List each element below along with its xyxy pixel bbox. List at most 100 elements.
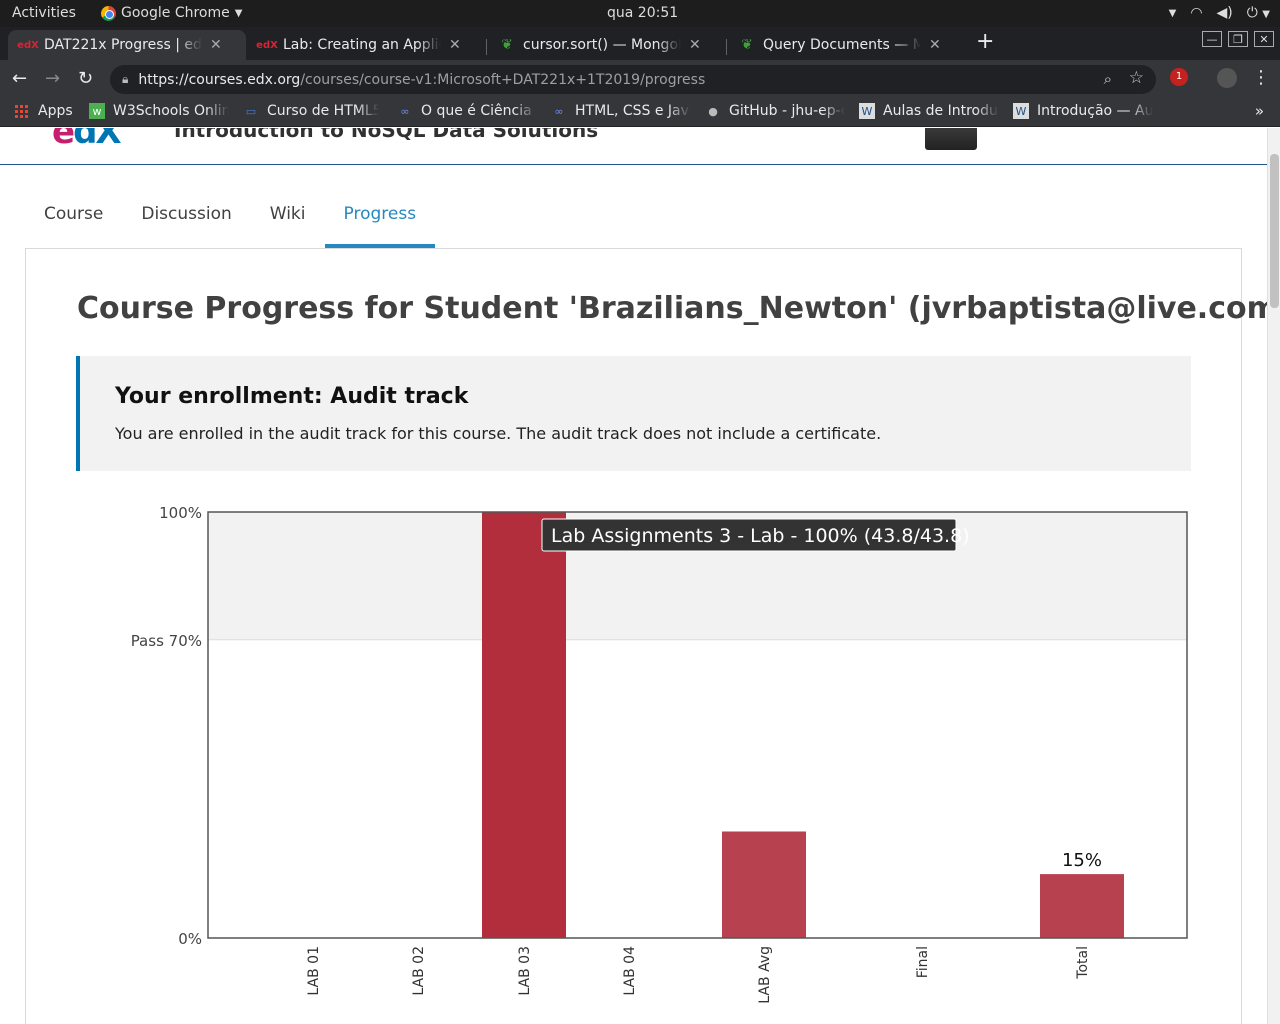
close-icon[interactable]: ✕ <box>449 37 461 53</box>
mongodb-leaf-icon: ❦ <box>741 37 753 53</box>
bookmark-item[interactable]: ∞ O que é Ciência d <box>397 103 537 119</box>
bookmark-label: W3Schools Online <box>113 103 229 119</box>
bookmark-apps[interactable]: Apps <box>14 103 73 119</box>
github-icon: ● <box>708 104 718 118</box>
bookmark-item[interactable]: w W3Schools Online <box>89 103 229 119</box>
scrollbar-thumb[interactable] <box>1270 154 1279 308</box>
url-text[interactable]: https://courses.edx.org/courses/course-v… <box>138 72 705 88</box>
bookmark-label: Apps <box>38 103 73 119</box>
link-icon: ∞ <box>400 104 410 118</box>
double-chevron-right-icon[interactable]: » <box>1255 102 1264 120</box>
course-tabs: Course Discussion Wiki Progress <box>25 194 436 248</box>
close-icon[interactable]: ✕ <box>929 37 941 53</box>
profile-avatar-icon[interactable] <box>1217 68 1237 88</box>
x-tick-label: Total <box>1075 946 1091 980</box>
bookmark-label: GitHub - jhu-ep-c <box>729 103 845 119</box>
grade-chart: LAB 01 LAB 02 LAB 03 LAB 04 LAB Avg Final Tota… <box>131 504 1188 1004</box>
clock[interactable]: qua 20:51 <box>607 5 678 21</box>
edx-icon: edX <box>17 39 39 51</box>
browser-tab[interactable]: edX DAT221x Progress | edX ✕ <box>8 30 246 60</box>
chevron-down-icon[interactable]: ▼ <box>1169 8 1177 19</box>
browser-toolbar: ← → ↻ 🔒︎ https://courses.edx.org/courses… <box>0 60 1280 98</box>
window-controls: — ❐ ✕ <box>1202 31 1274 47</box>
close-icon[interactable]: ✕ <box>210 37 222 53</box>
bookmark-label: HTML, CSS e Java <box>575 103 691 119</box>
w3schools-icon: w <box>89 103 105 119</box>
bookmark-item[interactable]: W Introdução — Au <box>1013 103 1153 119</box>
wifi-icon: ◠ <box>1190 5 1203 21</box>
progress-panel: Course Progress for Student 'Brazilians_… <box>25 248 1267 1024</box>
new-tab-button[interactable]: + <box>976 31 994 53</box>
page-viewport: edX Introduction to NoSQL Data Solutions… <box>0 128 1267 1024</box>
close-icon[interactable]: ✕ <box>689 37 701 53</box>
chart-tooltip-text: Lab Assignments 3 - Lab - 100% (43.8/43.… <box>551 525 970 547</box>
bookmark-label: Aulas de Introdu <box>883 103 998 119</box>
bookmark-label: Introdução — Au <box>1037 103 1153 119</box>
x-tick-label: LAB 02 <box>411 946 427 996</box>
data-label: 15% <box>1062 850 1102 871</box>
app-menu-label: Google Chrome <box>121 5 230 21</box>
w3c-icon: W <box>859 103 875 119</box>
bookmark-item[interactable]: ∞ HTML, CSS e Java <box>551 103 691 119</box>
chart-bar[interactable] <box>482 512 566 938</box>
app-menu[interactable]: Google Chrome ▼ <box>101 5 242 21</box>
zoom-icon[interactable]: ⌕ <box>1104 70 1112 88</box>
x-tick-label: LAB 04 <box>622 946 638 996</box>
bookmark-item[interactable]: W Aulas de Introdu <box>859 103 999 119</box>
close-window-icon[interactable]: ✕ <box>1254 31 1274 47</box>
tab-title: cursor.sort() — MongoDB <box>523 37 681 53</box>
chart-bar[interactable] <box>1040 874 1124 938</box>
tab-strip: edX DAT221x Progress | edX ✕ edX Lab: Cr… <box>0 27 1280 60</box>
power-icon: ⏻ ▼ <box>1246 5 1270 21</box>
link-icon: ∞ <box>554 104 564 118</box>
user-avatar[interactable] <box>925 128 977 150</box>
chrome-icon <box>101 5 116 21</box>
tab-discussion[interactable]: Discussion <box>122 194 250 248</box>
x-tick-label: LAB 03 <box>517 946 533 996</box>
chevron-down-icon: ▼ <box>234 7 243 19</box>
minimize-icon[interactable]: — <box>1202 31 1222 47</box>
edx-logo[interactable]: edX <box>52 128 122 152</box>
chart-bar[interactable] <box>722 831 806 939</box>
system-tray[interactable]: ▼ ◠ ◀) ⏻ ▼ <box>1169 5 1270 21</box>
activities-button[interactable]: Activities <box>12 5 76 21</box>
page-scrollbar[interactable] <box>1267 128 1280 1024</box>
edx-icon: edX <box>256 39 278 51</box>
extension-badge-icon[interactable]: 1 <box>1170 68 1188 86</box>
y-tick-label: 100% <box>159 504 202 522</box>
bookmark-label: Curso de HTML5 <box>267 103 379 119</box>
volume-icon: ◀) <box>1216 5 1233 21</box>
x-tick-label: Final <box>915 946 931 978</box>
y-tick-label: Pass 70% <box>131 632 202 650</box>
bookmark-star-icon[interactable]: ☆ <box>1129 68 1144 88</box>
y-tick-label: 0% <box>178 930 202 948</box>
reload-icon[interactable]: ↻ <box>78 68 93 89</box>
browser-tab[interactable]: ❦ Query Documents — Mon ✕ <box>727 30 965 60</box>
tab-title: DAT221x Progress | edX <box>44 37 202 53</box>
bookmark-item[interactable]: ● GitHub - jhu-ep-c <box>705 103 845 119</box>
x-tick-label: LAB 01 <box>306 946 322 996</box>
forward-arrow-icon[interactable]: → <box>45 68 60 89</box>
tab-title: Query Documents — Mon <box>763 37 921 53</box>
tab-wiki[interactable]: Wiki <box>251 194 325 248</box>
course-icon: ▭ <box>245 104 257 118</box>
tab-title: Lab: Creating an Applicati <box>283 37 441 53</box>
w3c-icon: W <box>1013 103 1029 119</box>
mongodb-leaf-icon: ❦ <box>501 37 513 53</box>
lock-icon[interactable]: 🔒︎ <box>122 72 128 87</box>
back-arrow-icon[interactable]: ← <box>12 68 27 89</box>
bookmark-item[interactable]: ▭ Curso de HTML5 <box>243 103 379 119</box>
browser-tab[interactable]: ❦ cursor.sort() — MongoDB ✕ <box>487 30 725 60</box>
kebab-menu-icon[interactable]: ⋮ <box>1252 67 1270 88</box>
url-host: https://courses.edx.org <box>138 71 301 88</box>
course-title: Introduction to NoSQL Data Solutions <box>174 128 599 142</box>
tab-course[interactable]: Course <box>25 194 122 248</box>
tab-progress[interactable]: Progress <box>324 194 436 248</box>
browser-tab[interactable]: edX Lab: Creating an Applicati ✕ <box>247 30 485 60</box>
maximize-icon[interactable]: ❐ <box>1228 31 1248 47</box>
address-bar[interactable]: 🔒︎ https://courses.edx.org/courses/cours… <box>110 65 1156 94</box>
url-path: /courses/course-v1:Microsoft+DAT221x+1T2… <box>300 71 706 88</box>
bookmarks-bar: Apps w W3Schools Online ▭ Curso de HTML5… <box>0 98 1280 127</box>
apps-grid-icon <box>14 103 30 119</box>
x-tick-label: LAB Avg <box>757 946 773 1004</box>
